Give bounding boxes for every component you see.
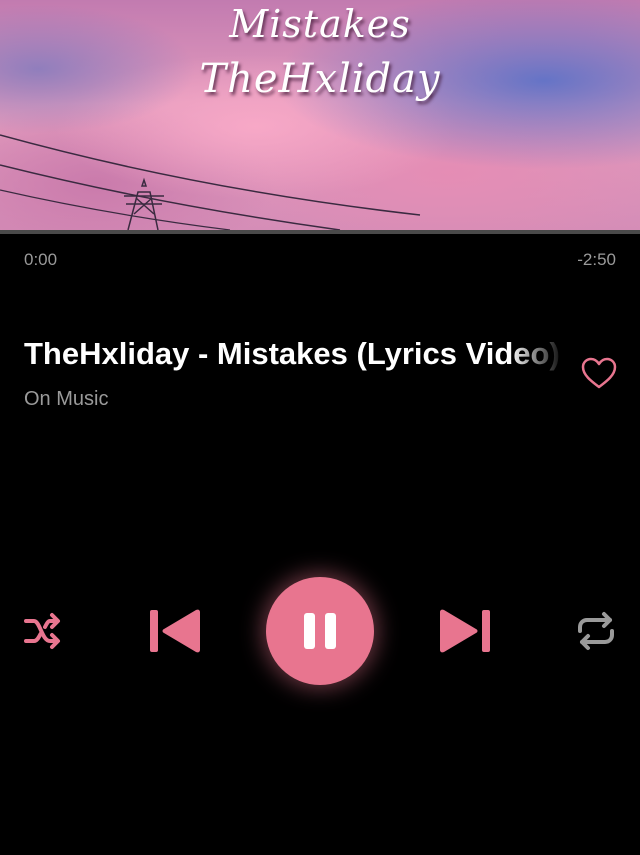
- shuffle-icon: [24, 613, 60, 649]
- shuffle-button[interactable]: [22, 610, 64, 652]
- remaining-time: -2:50: [577, 250, 616, 269]
- track-artist[interactable]: On Music: [24, 388, 108, 411]
- skip-next-icon: [440, 609, 490, 653]
- elapsed-time: 0:00: [24, 250, 58, 269]
- album-artwork: Mistakes TheHxliday: [0, 0, 640, 230]
- like-button[interactable]: [580, 356, 618, 390]
- pause-icon: [304, 613, 336, 649]
- artwork-title: Mistakes: [229, 2, 411, 46]
- artwork-artist: TheHxliday: [199, 56, 441, 102]
- previous-track-button[interactable]: [148, 608, 204, 654]
- track-title: TheHxliday - Mistakes (Lyrics Video): [24, 336, 560, 371]
- pause-button[interactable]: [266, 577, 374, 685]
- repeat-icon: [578, 612, 614, 650]
- next-track-button[interactable]: [436, 608, 492, 654]
- playback-progress-bar[interactable]: [0, 230, 640, 234]
- skip-previous-icon: [150, 609, 200, 653]
- now-playing-screen: Mistakes TheHxliday 0:00 -2:50 TheHxlida…: [0, 0, 640, 855]
- repeat-button[interactable]: [574, 611, 618, 651]
- heart-icon: [581, 357, 617, 389]
